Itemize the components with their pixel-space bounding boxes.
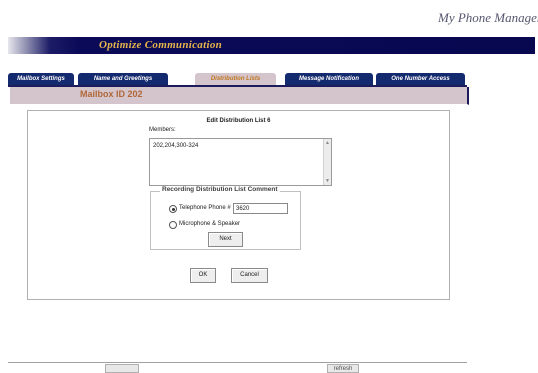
tab-name-and-greetings[interactable]: Name and Greetings: [78, 73, 168, 85]
recording-legend: Recording Distribution List Comment: [160, 186, 280, 193]
telephone-radio[interactable]: [169, 205, 177, 213]
members-label: Members:: [149, 127, 176, 133]
members-textarea[interactable]: 202,204,300-324 ▲ ▼: [149, 138, 332, 186]
edit-list-panel: Edit Distribution List 6 Members: 202,20…: [27, 110, 450, 300]
banner-title: Optimize Communication: [99, 39, 223, 51]
mailbox-bar: Mailbox ID 202: [10, 87, 469, 105]
banner: Optimize Communication: [8, 37, 535, 54]
footer-divider: [8, 362, 467, 363]
footer-button-left[interactable]: [105, 364, 139, 373]
tab-mailbox-settings[interactable]: Mailbox Settings: [8, 73, 74, 85]
microphone-radio[interactable]: [169, 221, 177, 229]
brand-title: My Phone Manager: [438, 10, 538, 25]
cancel-button[interactable]: Cancel: [231, 268, 268, 283]
microphone-label: Microphone & Speaker: [179, 221, 241, 227]
tab-distribution-lists[interactable]: Distribution Lists: [195, 73, 276, 85]
scroll-down-icon[interactable]: ▼: [325, 178, 330, 184]
members-value: 202,204,300-324: [153, 143, 199, 149]
tab-message-notification[interactable]: Message Notification: [285, 73, 373, 85]
next-button[interactable]: Next: [208, 232, 243, 247]
panel-title: Edit Distribution List 6: [206, 118, 271, 124]
ok-button[interactable]: OK: [190, 268, 216, 283]
scroll-up-icon[interactable]: ▲: [325, 140, 330, 146]
refresh-button[interactable]: refresh: [327, 364, 359, 373]
telephone-number-input[interactable]: 3620: [233, 203, 288, 214]
mailbox-id-label: Mailbox ID 202: [80, 89, 143, 99]
telephone-label: Telephone Phone #: [179, 205, 231, 211]
tab-one-number-access[interactable]: One Number Access: [376, 73, 465, 85]
members-scrollbar[interactable]: ▲ ▼: [323, 139, 331, 185]
